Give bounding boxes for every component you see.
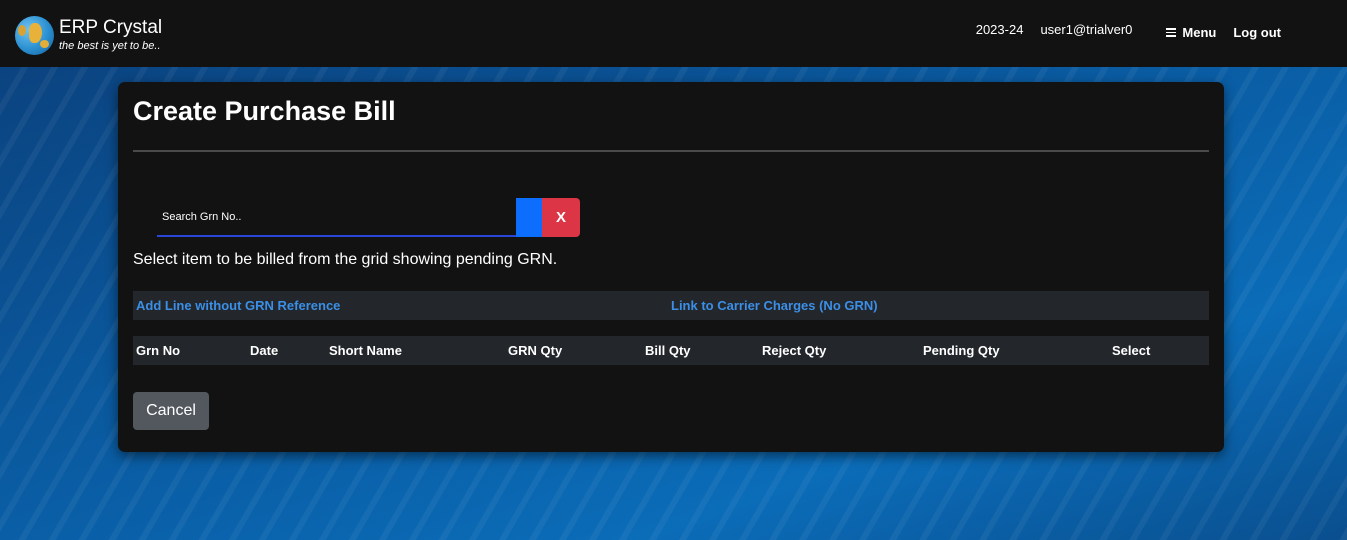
column-header-pending-qty: Pending Qty: [923, 343, 1000, 358]
nav-right: 2023-24 user1@trialver0 Menu Log out: [976, 22, 1281, 40]
pending-grn-table-header: Grn No Date Short Name GRN Qty Bill Qty …: [133, 336, 1209, 365]
column-header-select: Select: [1112, 343, 1151, 358]
current-user[interactable]: user1@trialver0: [1040, 22, 1132, 37]
action-links-bar: Add Line without GRN Reference Link to C…: [133, 291, 1209, 320]
column-header-grn-no: Grn No: [136, 343, 181, 358]
globe-logo-icon: [15, 15, 54, 55]
column-header-grn-qty: GRN Qty: [508, 343, 563, 358]
top-navbar: ERP Crystal the best is yet to be.. 2023…: [0, 0, 1347, 67]
search-button[interactable]: [516, 198, 542, 237]
column-header-reject-qty: Reject Qty: [762, 343, 827, 358]
brand[interactable]: ERP Crystal the best is yet to be..: [15, 15, 162, 55]
clear-search-button[interactable]: X: [542, 198, 580, 237]
hamburger-icon: [1166, 26, 1177, 39]
app-name: ERP Crystal: [59, 17, 163, 38]
purchase-bill-card: Create Purchase Bill X Select item to be…: [118, 82, 1224, 452]
grn-search-input[interactable]: [157, 198, 521, 237]
title-divider: [133, 150, 1209, 152]
financial-year[interactable]: 2023-24: [976, 22, 1024, 37]
grn-search-group: X: [157, 198, 580, 237]
app-tagline: the best is yet to be..: [59, 40, 161, 52]
menu-label: Menu: [1182, 25, 1217, 40]
menu-button[interactable]: Menu: [1149, 25, 1216, 40]
column-header-short-name: Short Name: [329, 343, 402, 358]
link-carrier-charges-link[interactable]: Link to Carrier Charges (No GRN): [671, 298, 878, 313]
brand-text: ERP Crystal the best is yet to be..: [59, 17, 162, 53]
column-header-date: Date: [250, 343, 279, 358]
cancel-button[interactable]: Cancel: [133, 392, 209, 430]
add-line-without-grn-link[interactable]: Add Line without GRN Reference: [136, 298, 340, 313]
page-title: Create Purchase Bill: [133, 96, 396, 126]
column-header-bill-qty: Bill Qty: [645, 343, 691, 358]
logout-link[interactable]: Log out: [1233, 25, 1281, 40]
help-text: Select item to be billed from the grid s…: [133, 251, 558, 268]
